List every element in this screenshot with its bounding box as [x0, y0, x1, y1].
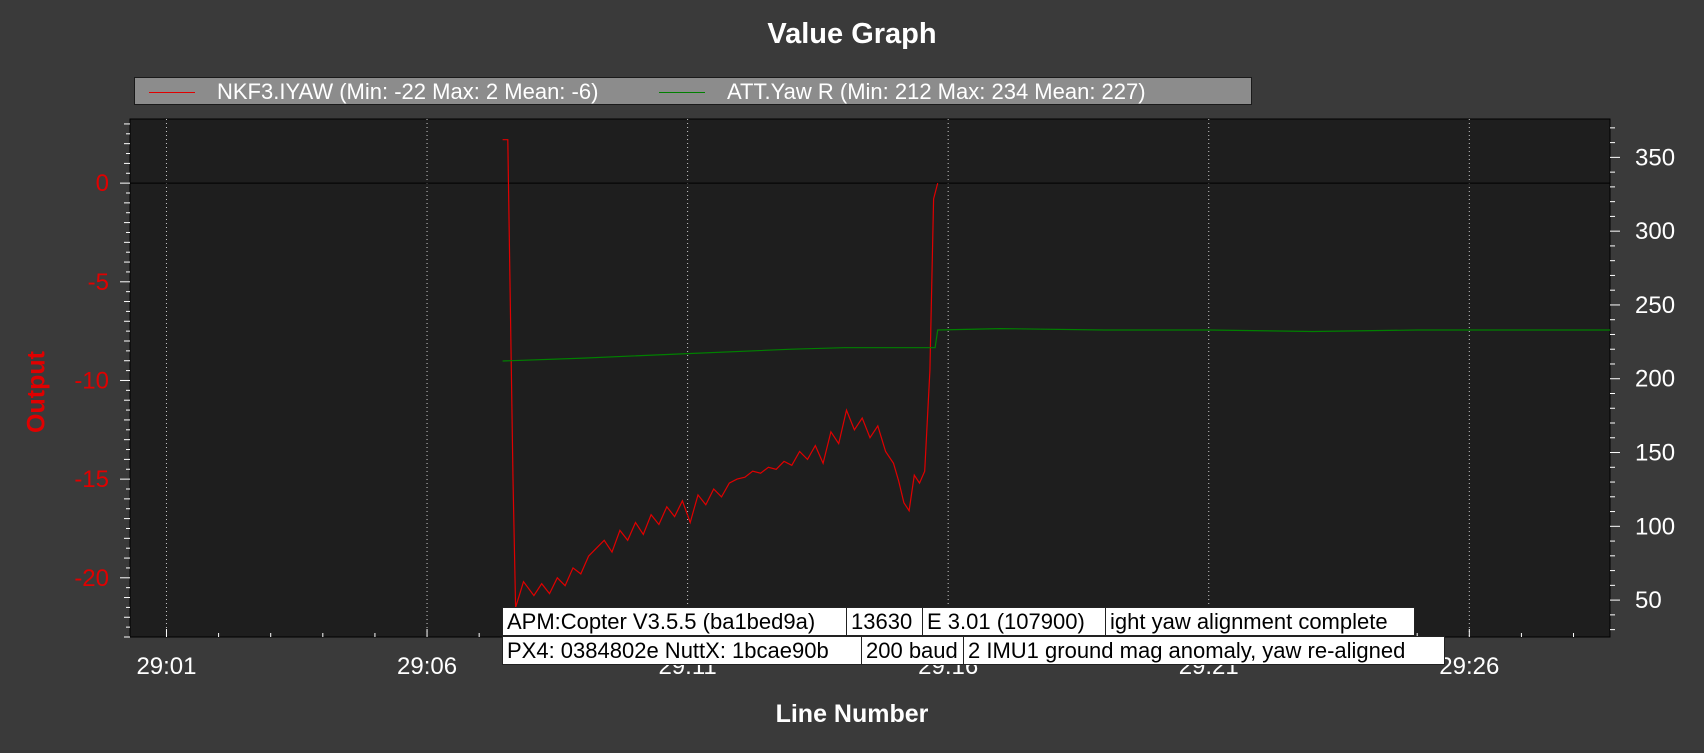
message-cell: 13630 — [846, 607, 924, 636]
message-cell: PX4: 0384802e NuttX: 1bcae90b — [502, 636, 863, 665]
y-left-tick-label: -5 — [88, 269, 109, 296]
message-cell: APM:Copter V3.5.5 (ba1bed9a) — [502, 607, 851, 636]
y-right-tick-label: 350 — [1635, 144, 1675, 171]
message-cell: 2 IMU1 ground mag anomaly, yaw re-aligne… — [963, 636, 1445, 665]
y-right-tick-label: 250 — [1635, 292, 1675, 319]
y-left-tick-label: 0 — [96, 170, 109, 197]
y-right-tick-label: 100 — [1635, 513, 1675, 540]
x-tick-label: 29:06 — [397, 653, 457, 680]
graph-window: Value Graph NKF3.IYAW (Min: -22 Max: 2 M… — [0, 0, 1704, 753]
x-tick-label: 29:26 — [1439, 653, 1499, 680]
x-tick-label: 29:01 — [136, 653, 196, 680]
plot-area — [129, 118, 1611, 638]
y-axis-title: Output — [22, 351, 51, 433]
y-right-tick-label: 200 — [1635, 366, 1675, 393]
y-right-tick-label: 150 — [1635, 440, 1675, 467]
y-left-tick-label: -10 — [74, 367, 109, 394]
x-axis-title: Line Number — [775, 700, 929, 728]
message-cell: E 3.01 (107900) — [922, 607, 1107, 636]
y-left-tick-label: -20 — [74, 565, 109, 592]
y-right-tick-label: 300 — [1635, 218, 1675, 245]
message-cell: 200 baud — [861, 636, 969, 665]
y-left-tick-label: -15 — [74, 466, 109, 493]
message-cell: ight yaw alignment complete — [1105, 607, 1415, 636]
y-right-tick-label: 50 — [1635, 587, 1662, 614]
